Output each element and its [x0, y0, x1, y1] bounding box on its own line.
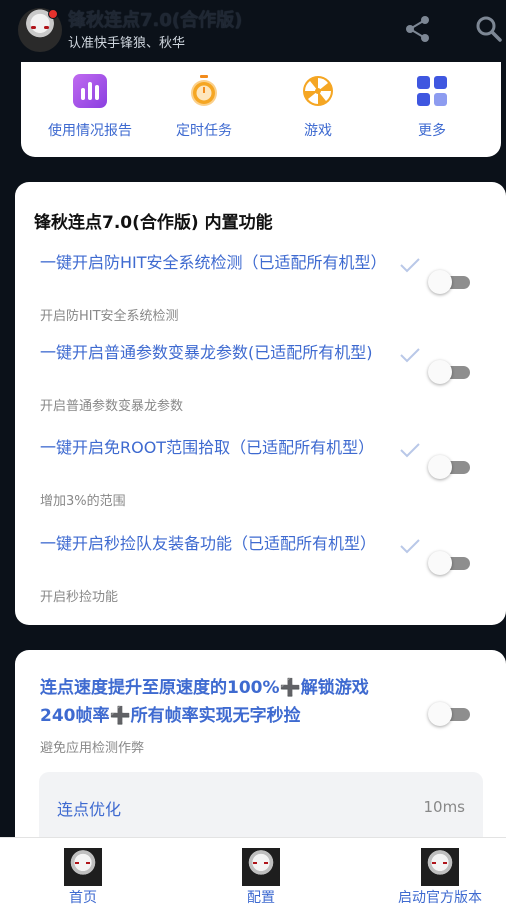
bar-chart-icon [73, 74, 107, 108]
speed-card: 连点速度提升至原速度的100%➕解锁游戏240帧率➕所有帧率实现无字秒捡 避免应… [15, 650, 506, 852]
check-icon [400, 348, 420, 363]
nav-label: 首页 [69, 890, 97, 905]
shortcut-label: 使用情况报告 [48, 123, 132, 139]
config-avatar-icon [242, 848, 280, 886]
launch-avatar-icon [421, 848, 459, 886]
app-subtitle: 认准快手锋狼、秋华 [68, 36, 186, 51]
feature-desc: 开启防HIT安全系统检测 [40, 309, 179, 324]
search-icon[interactable] [474, 14, 504, 44]
feature-desc: 开启普通参数变暴龙参数 [40, 399, 184, 414]
avatar-eye [75, 862, 79, 864]
pinwheel-icon [303, 76, 333, 106]
feature-title: 一键开启防HIT安全系统检测（已适配所有机型） [40, 253, 387, 272]
features-title: 锋秋连点7.0(合作版) 内置功能 [34, 213, 273, 233]
nav-item-launch-official[interactable]: 启动官方版本 [388, 848, 492, 905]
feature-toggle[interactable] [428, 270, 472, 294]
shortcut-games[interactable]: 游戏 [263, 74, 373, 140]
check-icon [400, 258, 420, 273]
nav-label: 启动官方版本 [398, 890, 482, 905]
feature-desc: 开启秒捡功能 [40, 590, 119, 605]
notification-dot [48, 9, 58, 19]
app-title: 锋秋连点7.0(合作版) [68, 10, 243, 31]
shortcut-card: 使用情况报告 定时任务 游戏 更多 [21, 62, 501, 157]
shortcut-more[interactable]: 更多 [377, 74, 487, 140]
speed-title: 连点速度提升至原速度的100%➕解锁游戏240帧率➕所有帧率实现无字秒捡 [40, 674, 400, 730]
toggle-knob [428, 360, 452, 384]
app-header: 锋秋连点7.0(合作版) 认准快手锋狼、秋华 [0, 0, 506, 60]
avatar-eye [86, 862, 90, 864]
speed-title-part3: 所有帧率实现无字秒捡 [130, 706, 301, 726]
toggle-knob [428, 551, 452, 575]
feature-item-instant-pickup[interactable]: 一键开启秒捡队友装备功能（已适配所有机型） 开启秒捡功能 [15, 533, 506, 625]
nav-item-home[interactable]: 首页 [58, 848, 108, 905]
avatar-eye [264, 862, 268, 864]
share-icon[interactable] [403, 14, 433, 44]
toggle-knob [428, 702, 452, 726]
shortcut-usage-report[interactable]: 使用情况报告 [35, 74, 145, 140]
speed-toggle[interactable] [428, 702, 472, 726]
feature-item-param[interactable]: 一键开启普通参数变暴龙参数(已适配所有机型) 开启普通参数变暴龙参数 [15, 342, 506, 434]
feature-item-range-pickup[interactable]: 一键开启免ROOT范围拾取（已适配所有机型） 增加3%的范围 [15, 437, 506, 529]
feature-desc: 增加3%的范围 [40, 494, 126, 509]
speed-title-part1: 连点速度提升至原速度的100% [40, 678, 280, 698]
nav-item-config[interactable]: 配置 [236, 848, 286, 905]
speed-desc: 避免应用检测作弊 [40, 741, 145, 756]
grid-icon [417, 76, 447, 106]
plus-icon: ➕ [109, 706, 131, 726]
avatar-eye [253, 862, 257, 864]
home-avatar-icon [64, 848, 102, 886]
toggle-knob [428, 455, 452, 479]
feature-item-anti-hit[interactable]: 一键开启防HIT安全系统检测（已适配所有机型） 开启防HIT安全系统检测 [15, 252, 506, 344]
shortcut-label: 更多 [418, 123, 446, 139]
feature-toggle[interactable] [428, 551, 472, 575]
feature-title: 一键开启免ROOT范围拾取（已适配所有机型） [40, 438, 375, 457]
check-icon [400, 443, 420, 458]
plus-icon: ➕ [279, 678, 301, 698]
shortcut-scheduled-task[interactable]: 定时任务 [149, 74, 259, 140]
feature-toggle[interactable] [428, 455, 472, 479]
check-icon [400, 539, 420, 554]
toggle-knob [428, 270, 452, 294]
feature-toggle[interactable] [428, 360, 472, 384]
avatar-eye [31, 26, 36, 29]
option-label: 连点优化 [57, 800, 122, 819]
shortcut-label: 定时任务 [176, 123, 232, 139]
avatar-eye [443, 862, 447, 864]
nav-label: 配置 [247, 890, 275, 905]
avatar-eye [432, 862, 436, 864]
feature-title: 一键开启秒捡队友装备功能（已适配所有机型） [40, 534, 377, 553]
avatar-eye [44, 26, 49, 29]
features-card: 锋秋连点7.0(合作版) 内置功能 一键开启防HIT安全系统检测（已适配所有机型… [15, 182, 506, 625]
option-value: 10ms [423, 798, 465, 816]
feature-title: 一键开启普通参数变暴龙参数(已适配所有机型) [40, 343, 373, 362]
shortcut-label: 游戏 [304, 123, 332, 139]
stopwatch-icon [191, 75, 217, 106]
bottom-nav: 首页 配置 启动官方版本 [0, 837, 506, 905]
